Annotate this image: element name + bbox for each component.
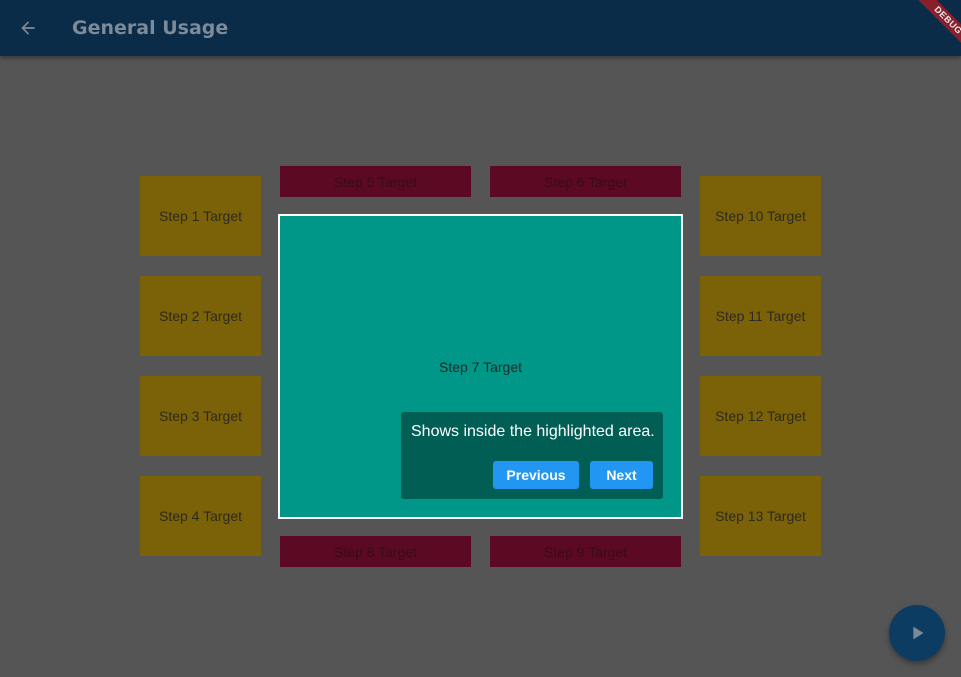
debug-label: DEBUG [911,0,961,57]
step-4-target: Step 4 Target [140,476,261,556]
start-showcase-button[interactable] [889,605,945,661]
next-button[interactable]: Next [590,461,653,489]
step-2-target: Step 2 Target [140,276,261,356]
debug-banner: DEBUG [891,0,961,70]
step-11-target: Step 11 Target [700,276,821,356]
step-13-target: Step 13 Target [700,476,821,556]
step-10-target: Step 10 Target [700,176,821,256]
back-button[interactable] [12,12,44,44]
step-8-target: Step 8 Target [280,536,471,567]
tooltip-text: Shows inside the highlighted area. [411,423,655,440]
step-3-target: Step 3 Target [140,376,261,456]
showcase-tooltip: Shows inside the highlighted area. Previ… [401,412,663,499]
step-5-target: Step 5 Target [280,166,471,197]
arrow-back-icon [21,21,35,35]
step-12-target: Step 12 Target [700,376,821,456]
page-title: General Usage [72,17,229,39]
step-1-target: Step 1 Target [140,176,261,256]
step-9-target: Step 9 Target [490,536,681,567]
play-arrow-icon [913,626,924,640]
previous-button[interactable]: Previous [493,461,579,489]
step-6-target: Step 6 Target [490,166,681,197]
app-bar: General Usage [0,0,961,56]
